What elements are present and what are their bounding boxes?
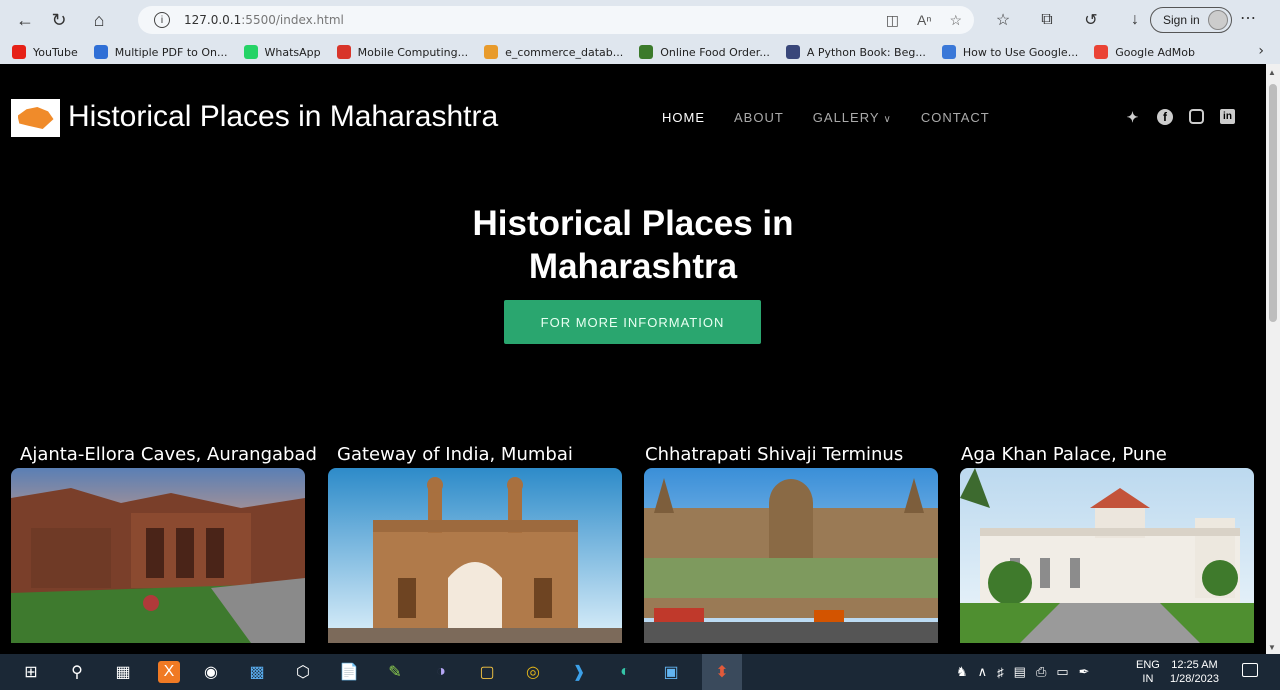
hero-title: Historical Places in Maharashtra — [472, 204, 794, 286]
back-icon[interactable]: ← — [8, 4, 42, 36]
site-title[interactable]: Historical Places in Maharashtra — [68, 100, 498, 134]
pen-icon[interactable]: ✒ — [1079, 664, 1090, 680]
twitter-icon[interactable]: ✦ — [1124, 109, 1141, 126]
linkedin-icon[interactable]: in — [1220, 109, 1235, 124]
printer-icon[interactable]: ⎙ — [1036, 664, 1046, 680]
scroll-up-icon[interactable]: ▲ — [1268, 68, 1276, 77]
scrollbar-thumb[interactable] — [1269, 84, 1277, 322]
bookmark-favicon-icon — [941, 45, 956, 59]
collections-icon[interactable]: ⧉ — [1030, 6, 1064, 34]
xampp-icon[interactable]: X — [158, 661, 180, 683]
more-options-icon[interactable]: ⋯ — [1240, 8, 1256, 28]
home-icon[interactable]: ⌂ — [82, 4, 116, 36]
scroll-down-icon[interactable]: ▼ — [1268, 643, 1276, 652]
system-tray: ♞ ∧ ♯ ▤ ⎙ ▭ ✒ — [956, 654, 1090, 690]
network-icon[interactable]: ▤ — [1014, 664, 1026, 680]
bookmark-favicon-icon — [12, 45, 26, 59]
card-title: Chhatrapati Shivaji Terminus — [645, 444, 904, 465]
facebook-icon[interactable]: f — [1157, 109, 1173, 125]
page-scrollbar[interactable]: ▲ ▼ — [1266, 64, 1280, 654]
url-text[interactable]: 127.0.0.1:5500/index.html — [184, 13, 344, 27]
bookmark-favicon-icon — [336, 45, 351, 59]
card-image-agakhan[interactable] — [960, 468, 1254, 643]
nav-home[interactable]: HOME — [662, 110, 705, 125]
vscode-icon[interactable]: ❱ — [564, 660, 594, 684]
nav-about[interactable]: ABOUT — [734, 110, 784, 125]
signin-button[interactable]: Sign in — [1150, 7, 1232, 33]
chevron-right-icon[interactable]: › — [1258, 43, 1264, 59]
battery-icon[interactable]: ▭ — [1056, 664, 1068, 680]
bookmark-item[interactable]: Online Food Order... — [639, 45, 770, 59]
bookmark-favicon-icon — [243, 45, 258, 59]
bookmark-item[interactable]: A Python Book: Beg... — [785, 45, 926, 59]
site-info-icon[interactable]: i — [154, 12, 170, 28]
bookmark-favicon-icon — [484, 45, 499, 59]
history-icon[interactable]: ↺ — [1074, 6, 1108, 34]
social-links: ✦ f in — [1124, 109, 1235, 126]
task-view-icon[interactable]: ▦ — [108, 660, 138, 684]
main-nav: HOME ABOUT GALLERY ∨ CONTACT — [662, 110, 990, 125]
browser-toolbar: ← ↻ ⌂ i 127.0.0.1:5500/index.html ◫ Aⁿ ☆… — [0, 0, 1280, 40]
bookmark-item[interactable]: Multiple PDF to On... — [93, 45, 228, 59]
site-logo[interactable] — [11, 99, 60, 137]
chrome-icon[interactable]: ◎ — [518, 660, 548, 684]
photos-icon[interactable]: ▣ — [656, 660, 686, 684]
web-page: Historical Places in Maharashtra HOME AB… — [0, 64, 1266, 654]
favorites-icon[interactable]: ☆ — [986, 6, 1020, 34]
tag-icon[interactable]: ◫ — [886, 12, 899, 29]
bookmark-favicon-icon — [1094, 45, 1109, 59]
download-icon[interactable]: ↓ — [1118, 6, 1152, 34]
edge-icon[interactable]: ◐ — [610, 660, 640, 684]
volume-muted-icon[interactable]: ♯ — [997, 665, 1004, 680]
bookmark-item[interactable]: How to Use Google... — [941, 45, 1078, 59]
bookmarks-bar: YouTube Multiple PDF to On... WhatsApp Mobi… — [0, 40, 1280, 64]
bookmark-favicon-icon — [785, 45, 800, 59]
search-icon[interactable]: ⚲ — [62, 660, 92, 684]
chevron-up-icon[interactable]: ∧ — [978, 664, 988, 680]
document-icon[interactable]: 📄 — [334, 660, 364, 684]
nav-gallery[interactable]: GALLERY ∨ — [813, 110, 892, 125]
card-title: Aga Khan Palace, Pune — [961, 444, 1167, 465]
language-indicator[interactable]: ENG IN — [1136, 658, 1160, 686]
card-title: Ajanta-Ellora Caves, Aurangabad — [20, 444, 317, 465]
bookmark-item[interactable]: WhatsApp — [243, 45, 321, 59]
active-app-icon[interactable]: ⬍ — [702, 654, 742, 690]
card-title: Gateway of India, Mumbai — [337, 444, 573, 465]
windows-start-icon[interactable]: ⊞ — [16, 660, 46, 684]
card-image-cst[interactable] — [644, 468, 938, 643]
instagram-icon[interactable] — [1189, 109, 1204, 124]
obs-icon[interactable]: ◉ — [196, 660, 226, 684]
read-aloud-icon[interactable]: Aⁿ — [917, 12, 931, 29]
bookmark-item[interactable]: Mobile Computing... — [336, 45, 468, 59]
eclipse-icon[interactable]: ◑ — [426, 660, 456, 684]
bookmark-favicon-icon — [639, 45, 654, 59]
people-icon[interactable]: ♞ — [956, 664, 968, 680]
nav-contact[interactable]: CONTACT — [921, 110, 990, 125]
card-image-gateway[interactable] — [328, 468, 622, 643]
virtualbox-icon[interactable]: ⬡ — [288, 660, 318, 684]
windows-taskbar: ⊞ ⚲ ▦ X ◉ ▩ ⬡ 📄 ✎ ◑ ▢ ◎ ❱ ◐ ▣ ⬍ ♞ ∧ ♯ ▤ … — [0, 654, 1280, 690]
notepad-icon[interactable]: ✎ — [380, 660, 410, 684]
bookmark-item[interactable]: YouTube — [12, 45, 78, 59]
chevron-down-icon: ∨ — [883, 114, 892, 125]
notification-icon[interactable] — [1242, 663, 1258, 677]
address-bar[interactable]: i 127.0.0.1:5500/index.html ◫ Aⁿ ☆ — [138, 6, 974, 34]
clock[interactable]: 12:25 AM 1/28/2023 — [1170, 658, 1219, 686]
avatar — [1208, 10, 1228, 30]
file-explorer-icon[interactable]: ▢ — [472, 660, 502, 684]
bookmark-item[interactable]: Google AdMob — [1094, 45, 1195, 59]
maharashtra-map-icon — [17, 107, 54, 129]
bookmark-item[interactable]: e_commerce_datab... — [484, 45, 623, 59]
terminal-icon[interactable]: ▩ — [242, 660, 272, 684]
more-info-button[interactable]: FOR MORE INFORMATION — [504, 300, 761, 344]
card-image-ajanta[interactable] — [11, 468, 305, 643]
refresh-icon[interactable]: ↻ — [42, 4, 76, 36]
add-favorite-icon[interactable]: ☆ — [949, 12, 962, 29]
bookmark-favicon-icon — [93, 45, 108, 59]
